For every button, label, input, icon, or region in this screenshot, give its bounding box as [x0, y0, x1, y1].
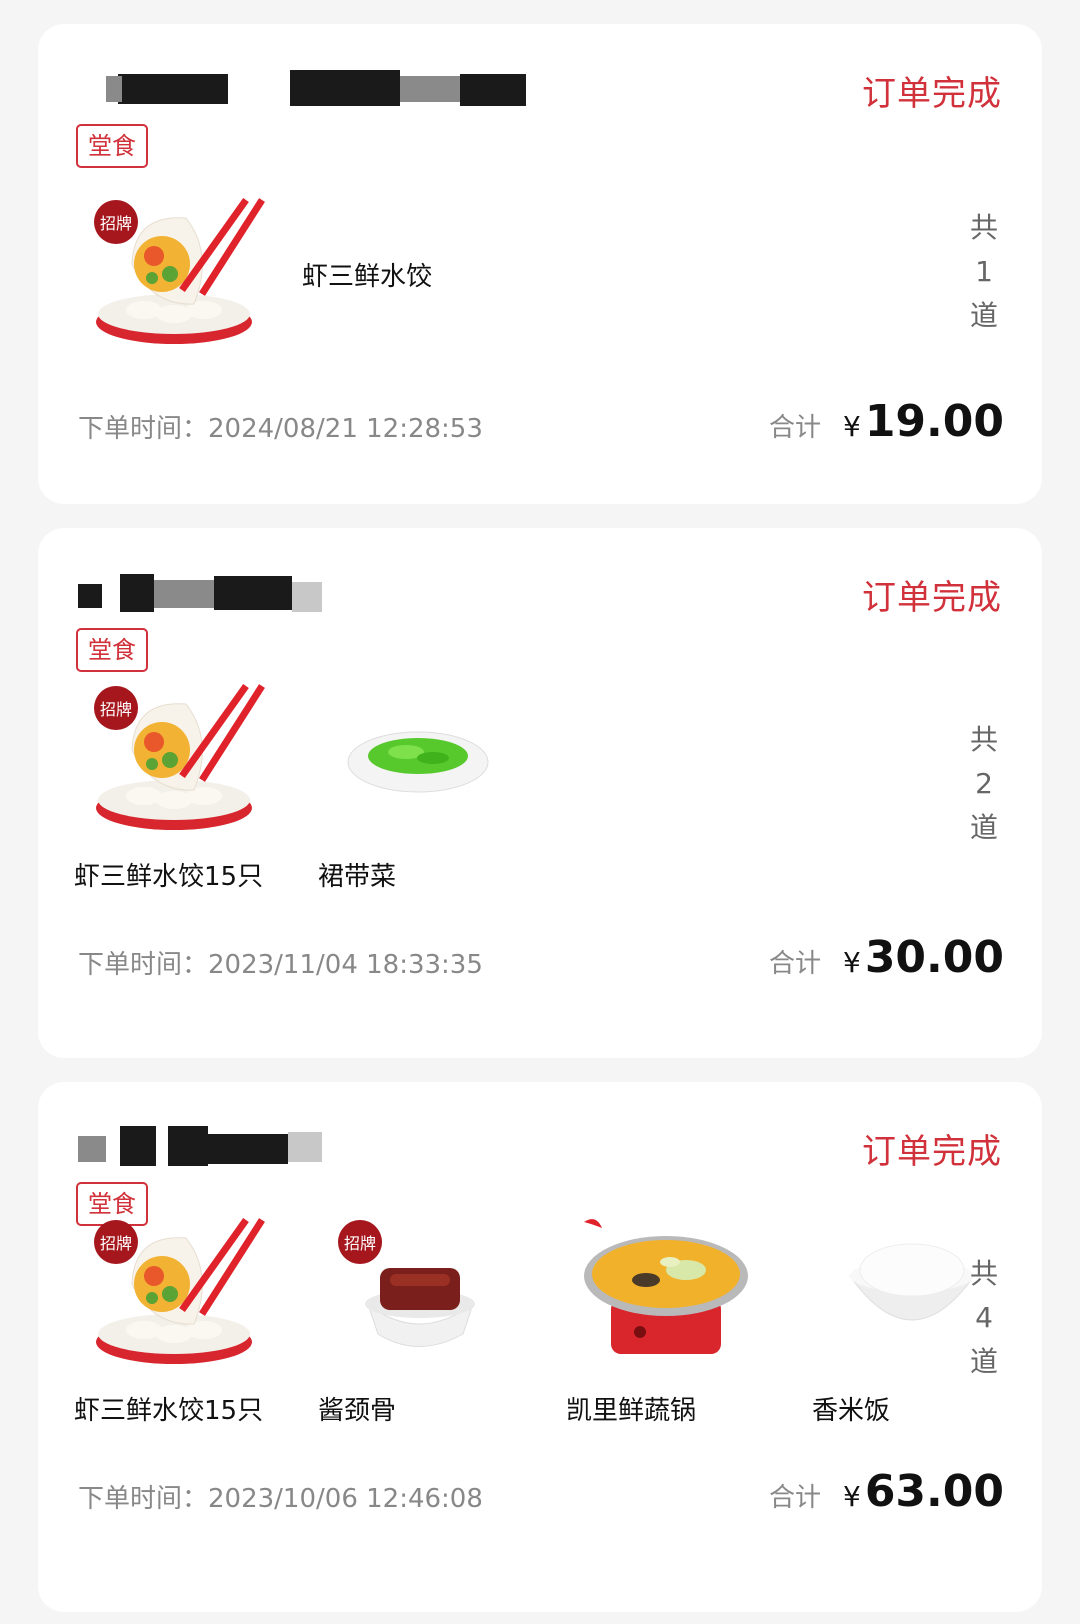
order-total: 合计 ¥19.00 — [769, 396, 1004, 447]
total-label: 合计 — [768, 949, 821, 979]
total-label: 合计 — [768, 1483, 821, 1513]
dish-name: 酱颈骨 — [318, 1396, 397, 1426]
currency-symbol: ¥ — [842, 946, 861, 979]
order-status: 订单完成 — [862, 74, 1002, 114]
store-name-redacted — [78, 566, 538, 616]
dish-name: 虾三鲜水饺15只 — [74, 862, 264, 892]
order-card[interactable]: 订单完成 堂食 虾三鲜水饺15只 酱颈骨 凯里鲜蔬锅 香米饭 共 4 道 下单时… — [38, 1082, 1042, 1612]
dish-name: 裙带菜 — [318, 862, 397, 892]
dumpling-icon — [74, 680, 274, 840]
dumpling-icon — [74, 194, 274, 354]
dish-name: 虾三鲜水饺 — [302, 262, 433, 292]
store-name-redacted — [78, 1120, 538, 1170]
dish-name: 香米饭 — [812, 1396, 891, 1426]
dish-name: 凯里鲜蔬锅 — [566, 1396, 697, 1426]
currency-symbol: ¥ — [842, 1480, 861, 1513]
store-name-redacted — [78, 62, 538, 112]
item-count: 共 4 道 — [969, 1257, 998, 1378]
dine-in-tag: 堂食 — [76, 628, 148, 672]
order-time: 下单时间：2023/10/06 12:46:08 — [78, 1484, 483, 1514]
hotpot-icon — [566, 1214, 766, 1374]
dish-item[interactable]: 酱颈骨 — [318, 1214, 518, 1427]
order-time: 下单时间：2023/11/04 18:33:35 — [78, 950, 483, 980]
seaweed-icon — [318, 680, 518, 840]
order-status: 订单完成 — [862, 578, 1002, 618]
total-label: 合计 — [768, 413, 821, 443]
dish-item[interactable] — [74, 194, 274, 358]
order-total: 合计 ¥30.00 — [769, 932, 1004, 983]
dish-name: 虾三鲜水饺15只 — [74, 1396, 264, 1426]
dine-in-tag: 堂食 — [76, 124, 148, 168]
total-amount: 19.00 — [864, 396, 1004, 447]
dish-item[interactable]: 虾三鲜水饺15只 — [74, 680, 274, 893]
dish-item[interactable]: 虾三鲜水饺15只 — [74, 1214, 274, 1427]
total-amount: 63.00 — [864, 1466, 1004, 1517]
pork-bone-icon — [318, 1214, 518, 1374]
order-card[interactable]: 订单完成 堂食 虾三鲜水饺15只 裙带菜 共 2 道 下单时间：2023/11/… — [38, 528, 1042, 1058]
order-time: 下单时间：2024/08/21 12:28:53 — [78, 414, 483, 444]
order-status: 订单完成 — [862, 1132, 1002, 1172]
order-card[interactable]: 订单完成 堂食 虾三鲜水饺 共 1 道 下单时间：2024/08/21 12:2… — [38, 24, 1042, 504]
total-amount: 30.00 — [864, 932, 1004, 983]
dish-item[interactable]: 凯里鲜蔬锅 — [566, 1214, 766, 1427]
order-total: 合计 ¥63.00 — [769, 1466, 1004, 1517]
currency-symbol: ¥ — [842, 410, 861, 443]
item-count: 共 1 道 — [969, 211, 998, 332]
dish-item[interactable]: 裙带菜 — [318, 680, 518, 893]
dumpling-icon — [74, 1214, 274, 1374]
item-count: 共 2 道 — [969, 723, 998, 844]
